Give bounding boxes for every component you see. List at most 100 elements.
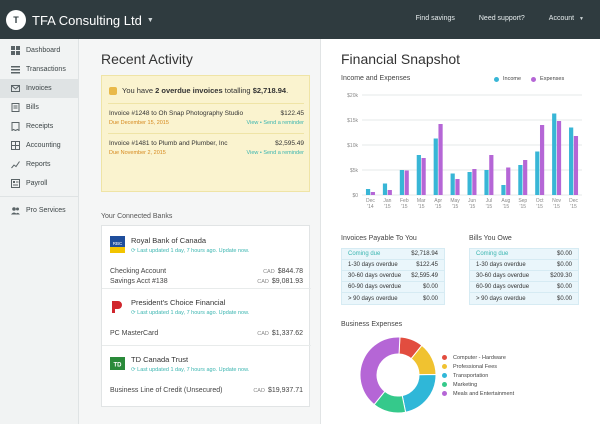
row-label: 60-90 days overdue xyxy=(476,284,530,290)
td-logo-text: TD xyxy=(114,363,123,369)
legend-swatch xyxy=(442,391,447,396)
financial-snapshot-title: Financial Snapshot xyxy=(341,51,461,67)
bank-name: Royal Bank of Canada xyxy=(131,236,207,245)
overdue-alert: You have 2 overdue invoices totalling $2… xyxy=(109,86,288,95)
find-savings-link[interactable]: Find savings xyxy=(416,15,455,22)
sidebar-item-label: Invoices xyxy=(26,85,52,92)
sidebar-item-reports[interactable]: Reports xyxy=(0,155,78,174)
account-balance: $844.78 xyxy=(277,268,303,275)
row-value: $122.45 xyxy=(416,262,438,268)
invoice-item[interactable]: Invoice #1248 to Oh Snap Photography Stu… xyxy=(109,110,304,126)
x-tick-label: '15 xyxy=(520,204,527,210)
x-tick-label: '15 xyxy=(570,204,577,210)
sidebar-item-label: Pro Services xyxy=(26,207,66,214)
bills-row[interactable]: 60-90 days overdue $0.00 xyxy=(470,282,578,293)
legend-label: Computer - Hardware xyxy=(453,354,506,361)
bank-updated-text: Last updated 1 day, 7 hours ago. Update … xyxy=(137,310,250,316)
sidebar-item-accounting[interactable]: Accounting xyxy=(0,136,78,155)
bills-row[interactable]: 30-60 days overdue $209.30 xyxy=(470,271,578,282)
sidebar-item-payroll[interactable]: Payroll xyxy=(0,174,78,193)
bar-expenses xyxy=(421,158,426,195)
sidebar-item-bills[interactable]: Bills xyxy=(0,98,78,117)
legend-item: Professional Fees xyxy=(442,362,514,371)
invoice-actions[interactable]: View • Send a reminder xyxy=(247,150,304,156)
bar-income xyxy=(416,155,421,195)
company-logo: T xyxy=(6,10,26,30)
invoice-item[interactable]: Invoice #1481 to Plumb and Plumber, Inc $… xyxy=(109,140,304,156)
payable-row[interactable]: 1-30 days overdue $122.45 xyxy=(342,260,444,271)
brand[interactable]: T TFA Consulting Ltd ▼ xyxy=(6,10,154,30)
business-expenses-donut xyxy=(359,336,437,414)
refresh-icon: ⟳ xyxy=(131,248,136,254)
account-name: PC MasterCard xyxy=(110,330,159,337)
pc-logo-icon xyxy=(110,298,125,315)
invoices-icon xyxy=(10,84,20,94)
bills-row[interactable]: Coming due $0.00 xyxy=(470,249,578,260)
bank-name: President's Choice Financial xyxy=(131,298,226,307)
sidebar-item-receipts[interactable]: Receipts xyxy=(0,117,78,136)
sidebar-item-pro-services[interactable]: Pro Services xyxy=(0,201,78,220)
account-menu[interactable]: Account ▼ xyxy=(549,15,584,22)
bar-expenses xyxy=(370,192,375,195)
row-label: 30-60 days overdue xyxy=(348,273,402,279)
bar-income xyxy=(518,165,523,195)
transactions-icon xyxy=(10,65,20,75)
row-label: Coming due xyxy=(476,251,509,257)
bank-updated[interactable]: ⟳ Last updated 1 day, 7 hours ago. Updat… xyxy=(131,248,249,254)
sidebar-item-dashboard[interactable]: Dashboard xyxy=(0,41,78,60)
chart-title: Income and Expenses xyxy=(341,75,411,82)
bar-expenses xyxy=(387,190,392,195)
sidebar-item-label: Receipts xyxy=(26,123,54,130)
legend-label: Professional Fees xyxy=(453,363,498,370)
bank-account-row[interactable]: Checking Account CAD $844.78 xyxy=(110,268,303,275)
row-label: 30-60 days overdue xyxy=(476,273,530,279)
legend-label: Income xyxy=(503,76,522,82)
payable-row[interactable]: Coming due $2,718.94 xyxy=(342,249,444,260)
bills-title: Bills You Owe xyxy=(469,235,512,242)
row-label: > 90 days overdue xyxy=(348,295,398,302)
bank-account-row[interactable]: PC MasterCard CAD $1,337.62 xyxy=(110,330,303,337)
sidebar-item-invoices[interactable]: Invoices xyxy=(0,79,78,98)
bills-row[interactable]: > 90 days overdue $0.00 xyxy=(470,293,578,304)
currency-label: CAD xyxy=(257,331,269,337)
bank-updated[interactable]: ⟳ Last updated 1 day, 7 hours ago. Updat… xyxy=(131,310,249,316)
row-value: $0.00 xyxy=(556,295,572,302)
invoice-actions[interactable]: View • Send a reminder xyxy=(247,120,304,126)
chart-legend: Income Expenses xyxy=(494,76,564,82)
divider xyxy=(108,133,304,134)
alert-prefix: You have xyxy=(122,86,154,95)
bank-updated[interactable]: ⟳ Last updated 1 day, 7 hours ago. Updat… xyxy=(131,367,249,373)
bank-updated-text: Last updated 1 day, 7 hours ago. Update … xyxy=(137,248,250,254)
bar-income xyxy=(535,151,540,195)
legend-item: Marketing xyxy=(442,380,514,389)
need-support-link[interactable]: Need support? xyxy=(479,15,525,22)
bar-income xyxy=(365,189,371,195)
bank-account-row[interactable]: Savings Acct #138 CAD $9,081.93 xyxy=(110,278,303,285)
payable-row[interactable]: > 90 days overdue $0.00 xyxy=(342,293,444,304)
y-tick-label: $0 xyxy=(352,193,358,199)
bar-expenses xyxy=(404,170,409,195)
sidebar-item-label: Payroll xyxy=(26,180,48,187)
x-tick-label: '14 xyxy=(367,204,374,210)
payable-row[interactable]: 30-60 days overdue $2,595.49 xyxy=(342,271,444,282)
accounting-icon xyxy=(10,141,20,151)
bar-income xyxy=(467,172,472,195)
y-tick-label: $20k xyxy=(347,93,358,99)
alert-icon xyxy=(109,86,117,95)
bills-row[interactable]: 1-30 days overdue $0.00 xyxy=(470,260,578,271)
legend-income: Income xyxy=(494,76,521,82)
alert-suffix: . xyxy=(286,86,289,95)
bank-account-row[interactable]: Business Line of Credit (Unsecured) CAD $1… xyxy=(110,387,303,394)
bar-income xyxy=(450,173,455,195)
refresh-icon: ⟳ xyxy=(131,367,136,373)
row-value: $0.00 xyxy=(556,251,572,257)
sidebar-item-label: Bills xyxy=(26,104,39,111)
sidebar-item-transactions[interactable]: Transactions xyxy=(0,60,78,79)
account-balance: $9,081.93 xyxy=(271,278,303,285)
connected-banks-title: Your Connected Banks xyxy=(101,213,173,220)
bank-name: TD Canada Trust xyxy=(131,355,189,364)
x-tick-label: '15 xyxy=(452,204,459,210)
row-value: $2,718.94 xyxy=(411,251,438,257)
sidebar-item-label: Reports xyxy=(26,161,51,168)
payable-row[interactable]: 60-90 days overdue $0.00 xyxy=(342,282,444,293)
